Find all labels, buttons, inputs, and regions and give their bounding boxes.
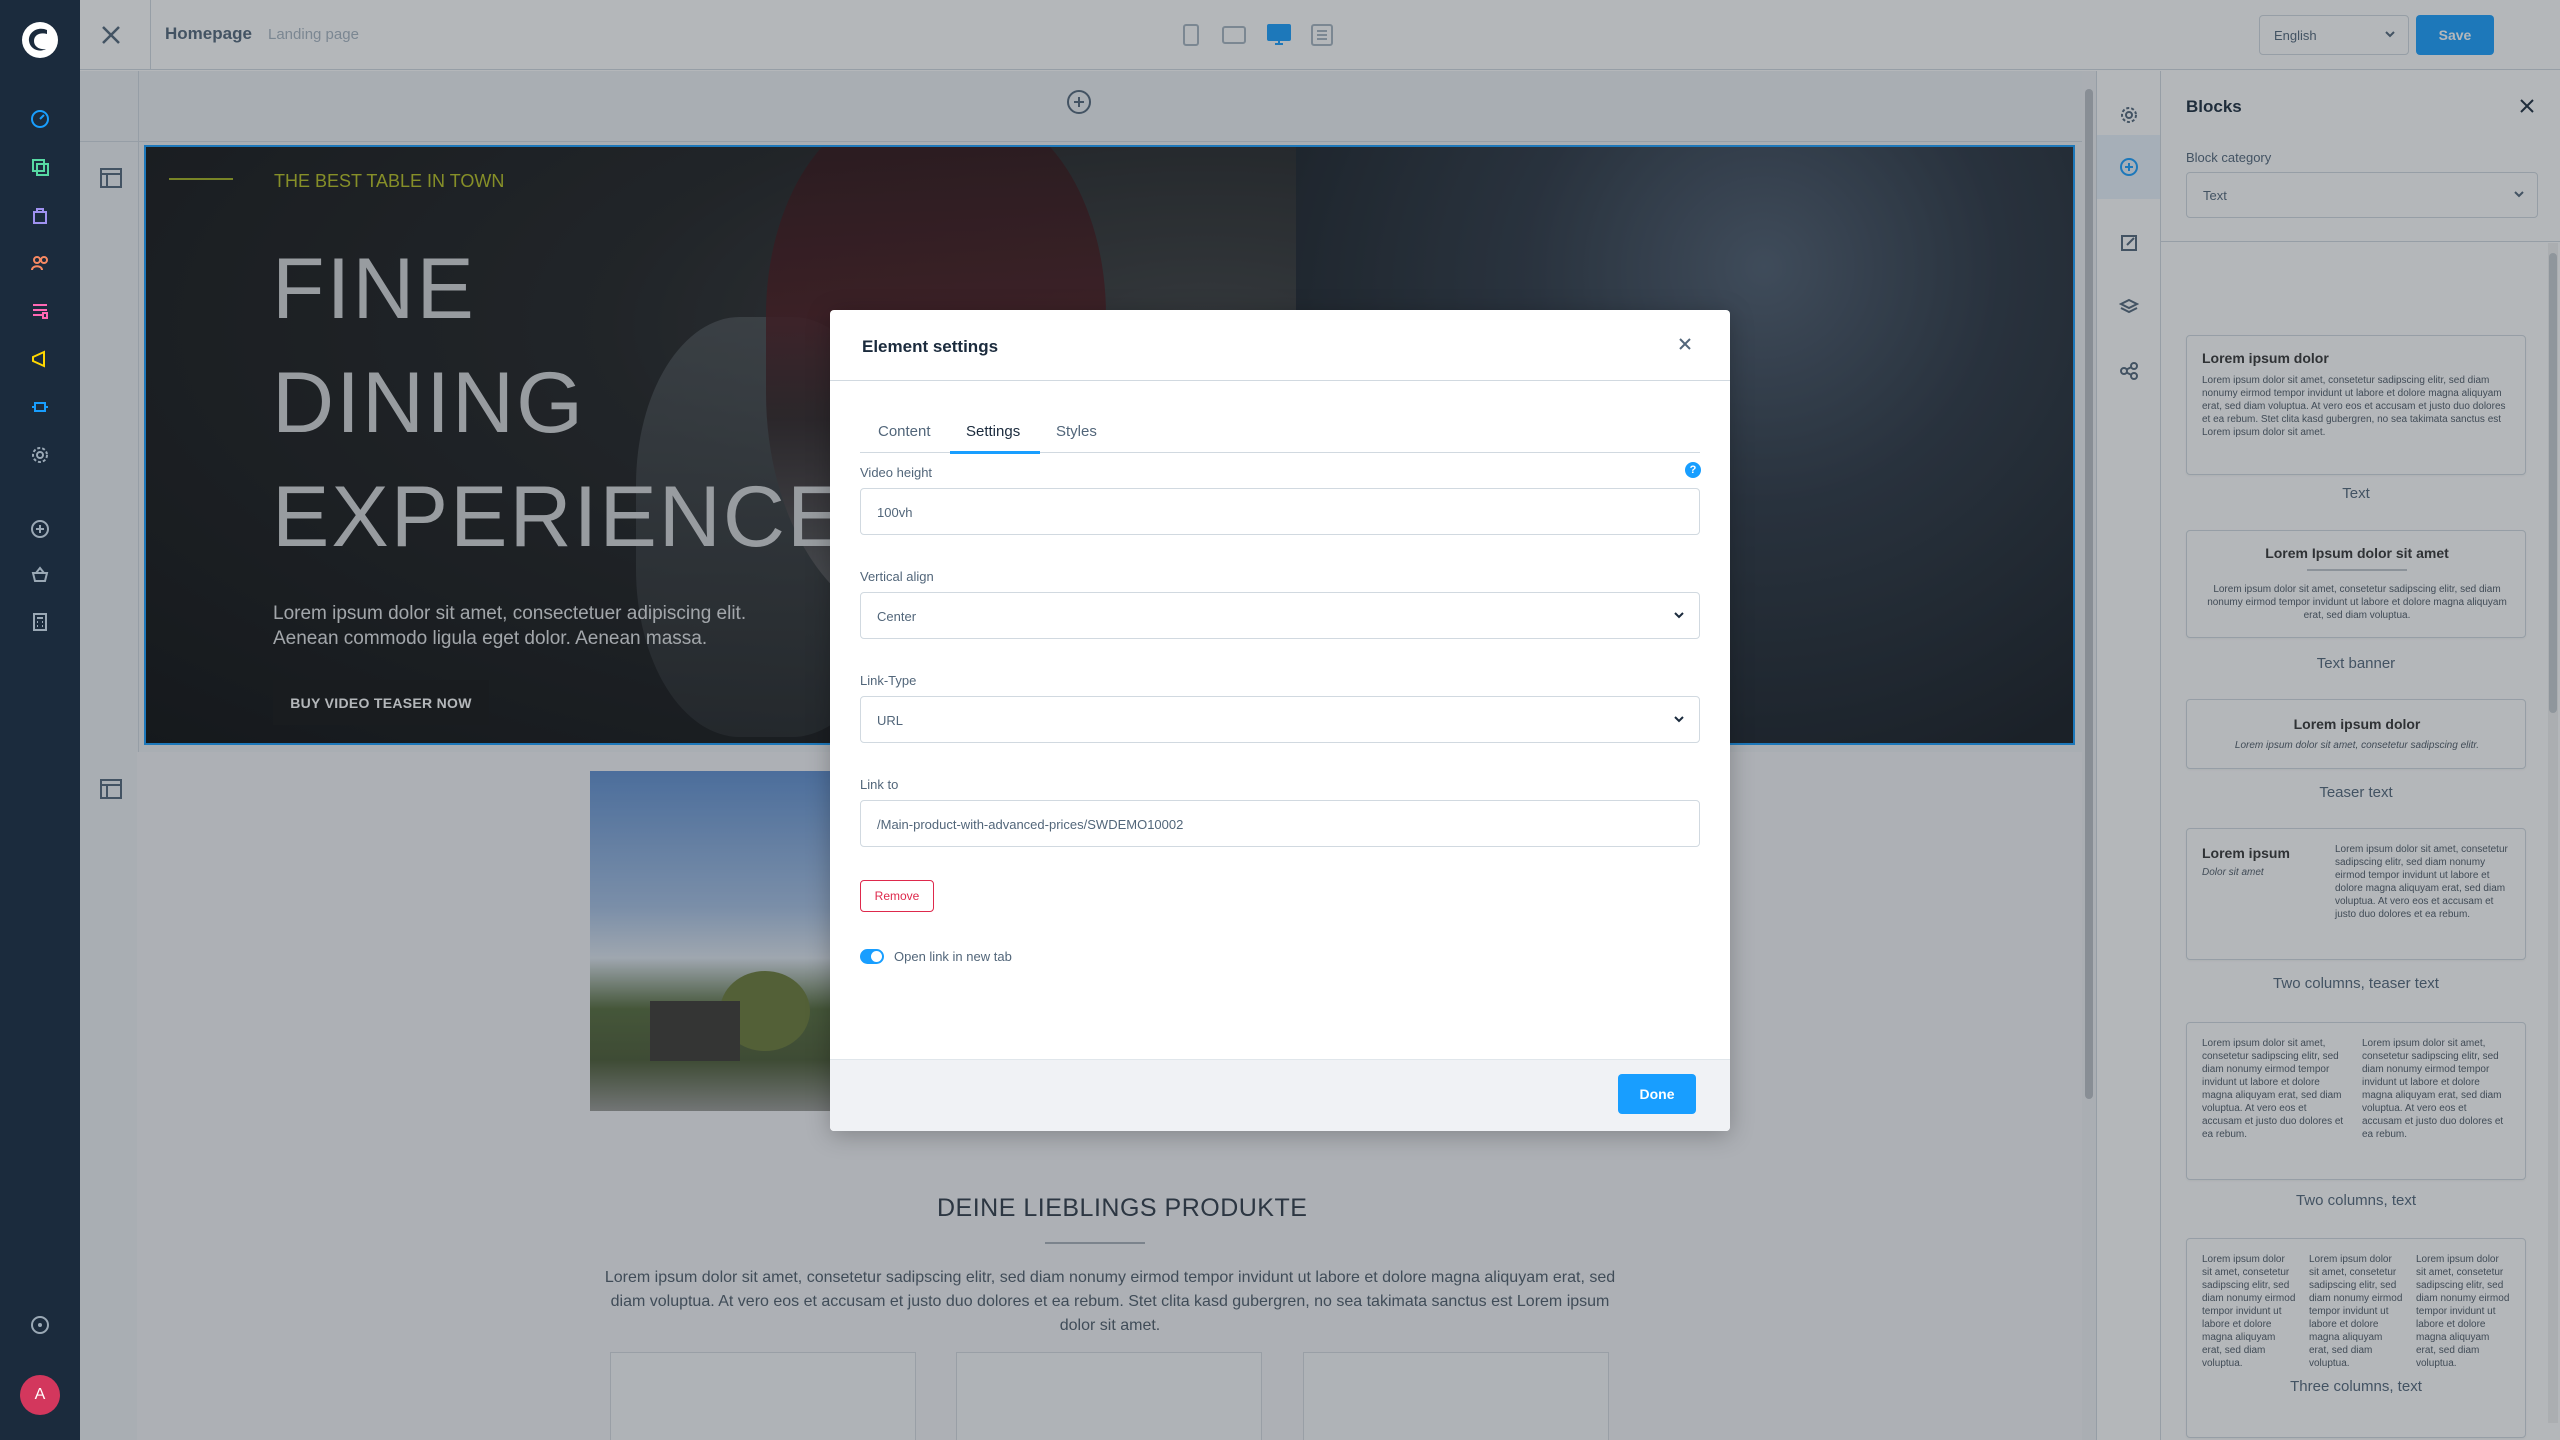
tab-settings[interactable]: Settings (966, 423, 1020, 440)
orders-icon[interactable] (28, 203, 52, 227)
modal-footer (830, 1059, 1730, 1131)
video-height-value: 100vh (877, 505, 913, 520)
modal-header: Element settings (830, 310, 1730, 381)
calculator-icon[interactable] (28, 610, 52, 634)
vertical-align-select[interactable]: Center (860, 592, 1700, 639)
admin-sidebar: A (0, 0, 80, 1440)
add-icon[interactable] (28, 517, 52, 541)
close-icon[interactable] (1675, 334, 1695, 354)
chevron-down-icon (1674, 612, 1684, 619)
user-avatar[interactable]: A (20, 1375, 60, 1415)
video-height-label: Video height (860, 465, 933, 480)
modal-tabs: Content Settings Styles (860, 405, 1700, 454)
open-new-tab-toggle[interactable] (860, 949, 884, 964)
link-to-value: /Main-product-with-advanced-prices/SWDEM… (877, 817, 1184, 832)
marketing-icon[interactable] (28, 347, 52, 371)
help-icon[interactable]: ? (1685, 462, 1701, 478)
element-settings-modal: Element settings Content Settings Styles… (830, 310, 1730, 1131)
video-height-input[interactable]: 100vh (860, 488, 1700, 535)
link-type-label: Link-Type (860, 673, 917, 688)
shopware-logo-icon[interactable] (20, 20, 60, 60)
vertical-align-label: Vertical align (860, 569, 934, 584)
link-to-input[interactable]: /Main-product-with-advanced-prices/SWDEM… (860, 800, 1700, 847)
shop-icon[interactable] (28, 563, 52, 587)
tab-content[interactable]: Content (878, 423, 931, 440)
tab-styles[interactable]: Styles (1056, 423, 1097, 440)
done-button[interactable]: Done (1618, 1074, 1696, 1114)
vertical-align-value: Center (877, 609, 917, 624)
link-to-label: Link to (860, 777, 899, 792)
open-new-tab-label: Open link in new tab (894, 949, 1012, 964)
link-type-select[interactable]: URL (860, 696, 1700, 743)
active-tab-indicator (950, 451, 1040, 454)
extensions-icon[interactable] (28, 395, 52, 419)
remove-button[interactable]: Remove (860, 880, 934, 912)
content-icon[interactable] (28, 299, 52, 323)
help-icon[interactable] (28, 1313, 52, 1337)
toggle-knob (871, 951, 882, 962)
chevron-down-icon (1674, 716, 1684, 723)
customers-icon[interactable] (28, 251, 52, 275)
catalogue-icon[interactable] (28, 155, 52, 179)
settings-icon[interactable] (28, 443, 52, 467)
modal-title: Element settings (862, 337, 999, 356)
link-type-value: URL (877, 713, 904, 728)
dashboard-icon[interactable] (28, 107, 52, 131)
